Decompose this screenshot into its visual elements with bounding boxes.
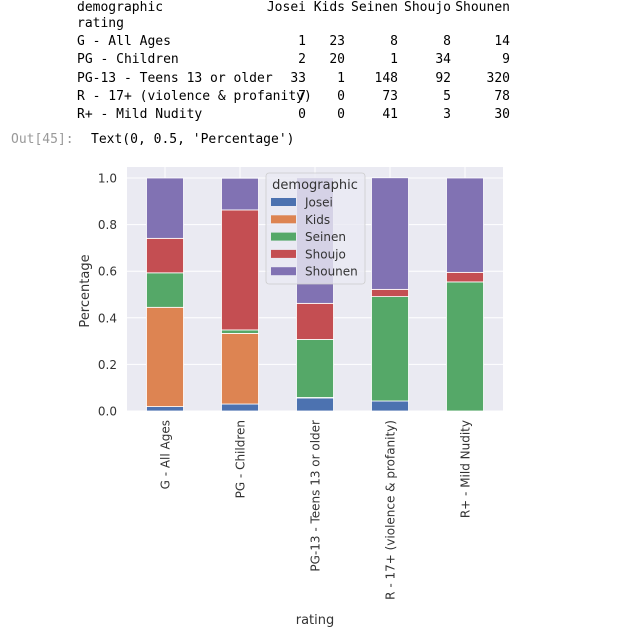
x-tick-label: G - All Ages [159, 420, 173, 489]
y-tick-label: 0.6 [98, 265, 117, 279]
bar-segment-kids [221, 333, 259, 405]
legend-label: Josei [304, 196, 333, 210]
bar-segment-josei [371, 400, 409, 412]
bar-segment-seinen [221, 329, 259, 334]
bar-segment-josei [221, 403, 259, 412]
bar-segment-seinen [296, 339, 334, 398]
legend-swatch [271, 249, 296, 258]
legend-swatch [271, 198, 296, 206]
y-tick-label: 0.2 [98, 358, 117, 372]
x-tick-label: PG - Children [234, 420, 248, 498]
bar-segment-shounen [446, 177, 484, 273]
stacked-bar-chart: 0.0 0.2 0.4 0.6 0.8 1.0 G - All Ages PG - Child… [78, 167, 503, 628]
legend-title: demographic [272, 178, 358, 193]
y-tick-label: 0.0 [98, 405, 117, 419]
bar-segment-kids [146, 306, 184, 407]
legend-swatch [271, 267, 296, 276]
bar-segment-shounen [221, 177, 259, 211]
legend-label: Seinen [305, 230, 346, 244]
bar-segment-shoujo [371, 288, 409, 297]
bar-segment-shoujo [146, 237, 184, 274]
bar-segment-shoujo [446, 271, 484, 283]
x-axis-label: rating [296, 613, 335, 628]
legend-label: Shounen [305, 265, 358, 279]
legend-label: Shoujo [305, 247, 346, 261]
x-tick-label: R+ - Mild Nudity [459, 420, 473, 518]
legend-label: Kids [305, 213, 330, 227]
legend-swatch [271, 232, 296, 241]
bar-segment-shounen [146, 177, 184, 239]
bar-segment-josei [296, 397, 334, 412]
x-tick-label: R - 17+ (violence & profanity) [384, 420, 398, 600]
bar-segment-shounen [371, 177, 409, 290]
bar-segment-seinen [371, 296, 409, 402]
y-axis-label: Percentage [78, 254, 93, 327]
bar-segment-josei [146, 406, 184, 412]
legend: demographic Josei Kids Seinen Shoujo Shounen [265, 172, 366, 285]
y-tick-label: 0.8 [98, 218, 117, 232]
y-tick-label: 1.0 [98, 172, 117, 186]
bar-segment-shoujo [221, 209, 259, 331]
bar-segment-seinen [446, 281, 484, 412]
x-tick-label: PG-13 - Teens 13 or older [309, 420, 323, 572]
y-tick-label: 0.4 [98, 311, 117, 325]
bar-segment-shoujo [296, 302, 334, 340]
bar-segment-seinen [146, 272, 184, 308]
legend-swatch [271, 215, 296, 224]
